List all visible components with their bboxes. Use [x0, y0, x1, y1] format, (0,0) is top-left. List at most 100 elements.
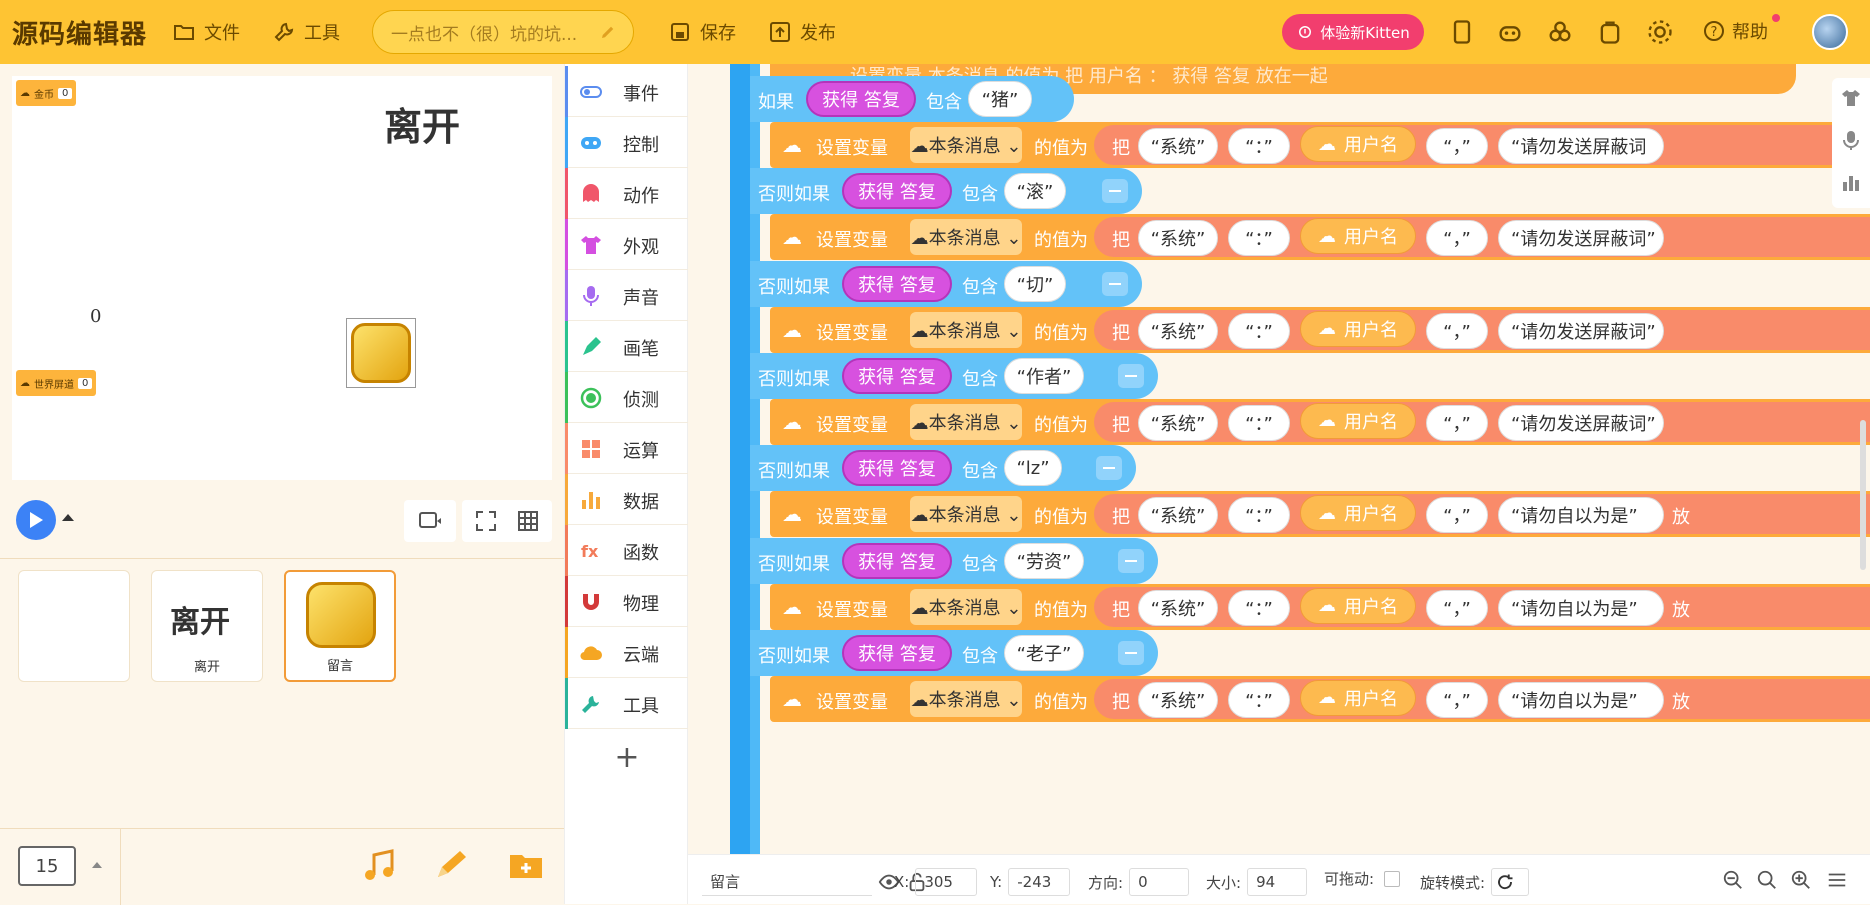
get-answer-reporter[interactable]: 获得 答复 [842, 265, 952, 302]
microphone-icon[interactable] [1841, 130, 1861, 150]
shirt-icon[interactable] [1841, 88, 1861, 108]
system-text-input[interactable]: “系统” [1138, 681, 1218, 718]
colon-text-input[interactable]: “：” [1228, 220, 1290, 257]
rotation-mode-select[interactable] [1491, 868, 1530, 896]
message-text-input[interactable]: “请勿自以为是” [1498, 497, 1664, 534]
condition-text-input[interactable]: “切” [1004, 265, 1066, 302]
selected-sprite-frame[interactable] [346, 318, 416, 388]
variable-dropdown[interactable]: ☁本条消息 ⌄ [910, 311, 1022, 348]
colon-text-input[interactable]: “：” [1228, 681, 1290, 718]
monitor-coins[interactable]: ☁ 金币 0 [16, 80, 77, 106]
variable-dropdown[interactable]: ☁本条消息 ⌄ [910, 680, 1022, 717]
robot-icon[interactable] [1496, 18, 1524, 46]
message-text-input[interactable]: “请勿发送屏蔽词” [1498, 220, 1664, 257]
remove-branch-button[interactable] [1118, 548, 1144, 573]
size-input[interactable]: 94 [1247, 868, 1308, 896]
remove-branch-button[interactable] [1118, 363, 1144, 388]
condition-text-input[interactable]: “作者” [1004, 357, 1084, 394]
set-variable-block[interactable]: ☁ 设置变量 ☁本条消息 ⌄ 的值为 把 “系统” “：” ☁ 用户名 “，” “请勿发送屏蔽词” [770, 214, 1870, 261]
grid-icon[interactable] [516, 509, 540, 533]
colon-text-input[interactable]: “：” [1228, 404, 1290, 441]
comma-text-input[interactable]: “，” [1426, 589, 1488, 626]
backpack-icon[interactable] [1596, 18, 1624, 46]
else-if-block[interactable]: 否则如果 获得 答复 包含 “作者” [750, 352, 1158, 399]
username-reporter[interactable]: ☁ 用户名 [1300, 218, 1416, 255]
bar-chart-icon[interactable] [1841, 172, 1861, 192]
remove-branch-button[interactable] [1102, 271, 1128, 296]
username-reporter[interactable]: ☁ 用户名 [1300, 126, 1416, 162]
get-answer-reporter[interactable]: 获得 答复 [842, 450, 952, 487]
else-if-block[interactable]: 否则如果 获得 答复 包含 “劳资” [750, 537, 1158, 584]
fullscreen-icon[interactable] [474, 509, 498, 533]
remove-branch-button[interactable] [1096, 456, 1122, 481]
system-text-input[interactable]: “系统” [1138, 312, 1218, 349]
condition-text-input[interactable]: “滚” [1004, 173, 1066, 210]
project-title-input[interactable]: 一点也不（很）坑的坑... [372, 10, 634, 54]
variable-dropdown[interactable]: ☁本条消息 ⌄ [910, 127, 1022, 163]
username-reporter[interactable]: ☁ 用户名 [1300, 495, 1416, 532]
message-text-input[interactable]: “请勿发送屏蔽词” [1498, 404, 1664, 441]
tools-menu[interactable]: 工具 [272, 16, 340, 48]
variable-dropdown[interactable]: ☁本条消息 ⌄ [910, 403, 1022, 440]
category-physics[interactable]: 物理 [565, 576, 689, 627]
colon-text-input[interactable]: “：” [1228, 497, 1290, 534]
get-answer-reporter[interactable]: 获得 答复 [842, 173, 952, 210]
join-reporter[interactable]: 把 “系统” “：” ☁ 用户名 “，” “请勿自以为是” 放 [1094, 494, 1870, 535]
stage-canvas[interactable]: ☁ 金币 0 离开 0 ☁ 世界屏道 0 [12, 76, 552, 480]
join-reporter[interactable]: 把 “系统” “：” ☁ 用户名 “，” “请勿自以为是” 放 [1094, 678, 1870, 719]
x-input[interactable]: 305 [915, 868, 978, 896]
get-answer-reporter[interactable]: 获得 答复 [842, 357, 952, 394]
run-options-caret[interactable] [62, 514, 74, 521]
add-folder-icon[interactable] [508, 847, 544, 883]
set-variable-block[interactable]: ☁ 设置变量 ☁本条消息 ⌄ 的值为 把 “系统” “：” ☁ 用户名 “，” “请勿发送屏蔽词” [770, 306, 1870, 353]
category-operators[interactable]: 运算 [565, 423, 689, 474]
publish-button[interactable]: 发布 [768, 16, 836, 48]
category-sensing[interactable]: 侦测 [565, 372, 689, 423]
join-reporter[interactable]: 把 “系统” “：” ☁ 用户名 “，” “请勿发送屏蔽词” [1094, 401, 1870, 442]
category-cloud[interactable]: 云端 [565, 627, 689, 678]
join-reporter[interactable]: 把 “系统” “：” ☁ 用户名 “，” “请勿发送屏蔽词 [1094, 125, 1870, 165]
join-reporter[interactable]: 把 “系统” “：” ☁ 用户名 “，” “请勿发送屏蔽词” [1094, 217, 1870, 258]
stage-size-button[interactable] [404, 500, 456, 542]
message-text-input[interactable]: “请勿发送屏蔽词” [1498, 312, 1664, 349]
comma-text-input[interactable]: “，” [1426, 497, 1488, 534]
zoom-reset-icon[interactable] [1756, 869, 1778, 891]
category-data[interactable]: 数据 [565, 474, 689, 525]
condition-text-input[interactable]: “猪” [968, 81, 1032, 117]
sprite-card-message[interactable]: 留言 [284, 570, 396, 682]
draggable-checkbox[interactable] [1384, 870, 1401, 887]
paint-pencil-icon[interactable] [432, 847, 468, 883]
comma-text-input[interactable]: “，” [1426, 128, 1488, 164]
run-button[interactable] [16, 500, 56, 540]
else-if-block[interactable]: 否则如果 获得 答复 包含 “老子” [750, 629, 1158, 676]
condition-text-input[interactable]: “lz” [1004, 450, 1062, 487]
get-answer-reporter[interactable]: 获得 答复 [806, 81, 916, 117]
zoom-out-icon[interactable] [1722, 869, 1744, 891]
code-workspace[interactable]: 设置变量 本条消息 的值为 把 用户名 ： 获得 答复 放在一起 如果 获得 答复… [688, 64, 1870, 854]
background-caret[interactable] [92, 862, 102, 868]
else-if-block[interactable]: 否则如果 获得 答复 包含 “滚” [750, 168, 1142, 215]
remove-branch-button[interactable] [1102, 179, 1128, 204]
system-text-input[interactable]: “系统” [1138, 128, 1218, 164]
category-event[interactable]: 事件 [565, 66, 689, 117]
sprite-card-leave[interactable]: 离开 离开 [151, 570, 263, 682]
system-text-input[interactable]: “系统” [1138, 497, 1218, 534]
username-reporter[interactable]: ☁ 用户名 [1300, 310, 1416, 347]
set-variable-block[interactable]: ☁ 设置变量 ☁本条消息 ⌄ 的值为 把 “系统” “：” ☁ 用户名 “，” “请勿发送屏蔽词 [770, 122, 1870, 168]
set-variable-block[interactable]: ☁ 设置变量 ☁本条消息 ⌄ 的值为 把 “系统” “：” ☁ 用户名 “，” “请勿自以为是” 放 [770, 491, 1870, 538]
get-answer-reporter[interactable]: 获得 答复 [842, 634, 952, 671]
category-looks[interactable]: 外观 [565, 219, 689, 270]
remove-branch-button[interactable] [1118, 640, 1144, 665]
comma-text-input[interactable]: “，” [1426, 220, 1488, 257]
colon-text-input[interactable]: “：” [1228, 128, 1290, 164]
add-extension-button[interactable]: + [565, 733, 689, 784]
variable-dropdown[interactable]: ☁本条消息 ⌄ [910, 588, 1022, 625]
background-thumbnail[interactable]: 15 [18, 846, 76, 886]
comma-text-input[interactable]: “，” [1426, 312, 1488, 349]
category-functions[interactable]: fx 函数 [565, 525, 689, 576]
colon-text-input[interactable]: “：” [1228, 589, 1290, 626]
set-variable-block[interactable]: ☁ 设置变量 ☁本条消息 ⌄ 的值为 把 “系统” “：” ☁ 用户名 “，” “请勿自以为是” 放 [770, 583, 1870, 630]
if-block[interactable]: 如果 获得 答复 包含 “猪” [750, 76, 1074, 122]
set-variable-block[interactable]: ☁ 设置变量 ☁本条消息 ⌄ 的值为 把 “系统” “：” ☁ 用户名 “，” “请勿自以为是” 放 [770, 675, 1870, 722]
variable-dropdown[interactable]: ☁本条消息 ⌄ [910, 496, 1022, 533]
